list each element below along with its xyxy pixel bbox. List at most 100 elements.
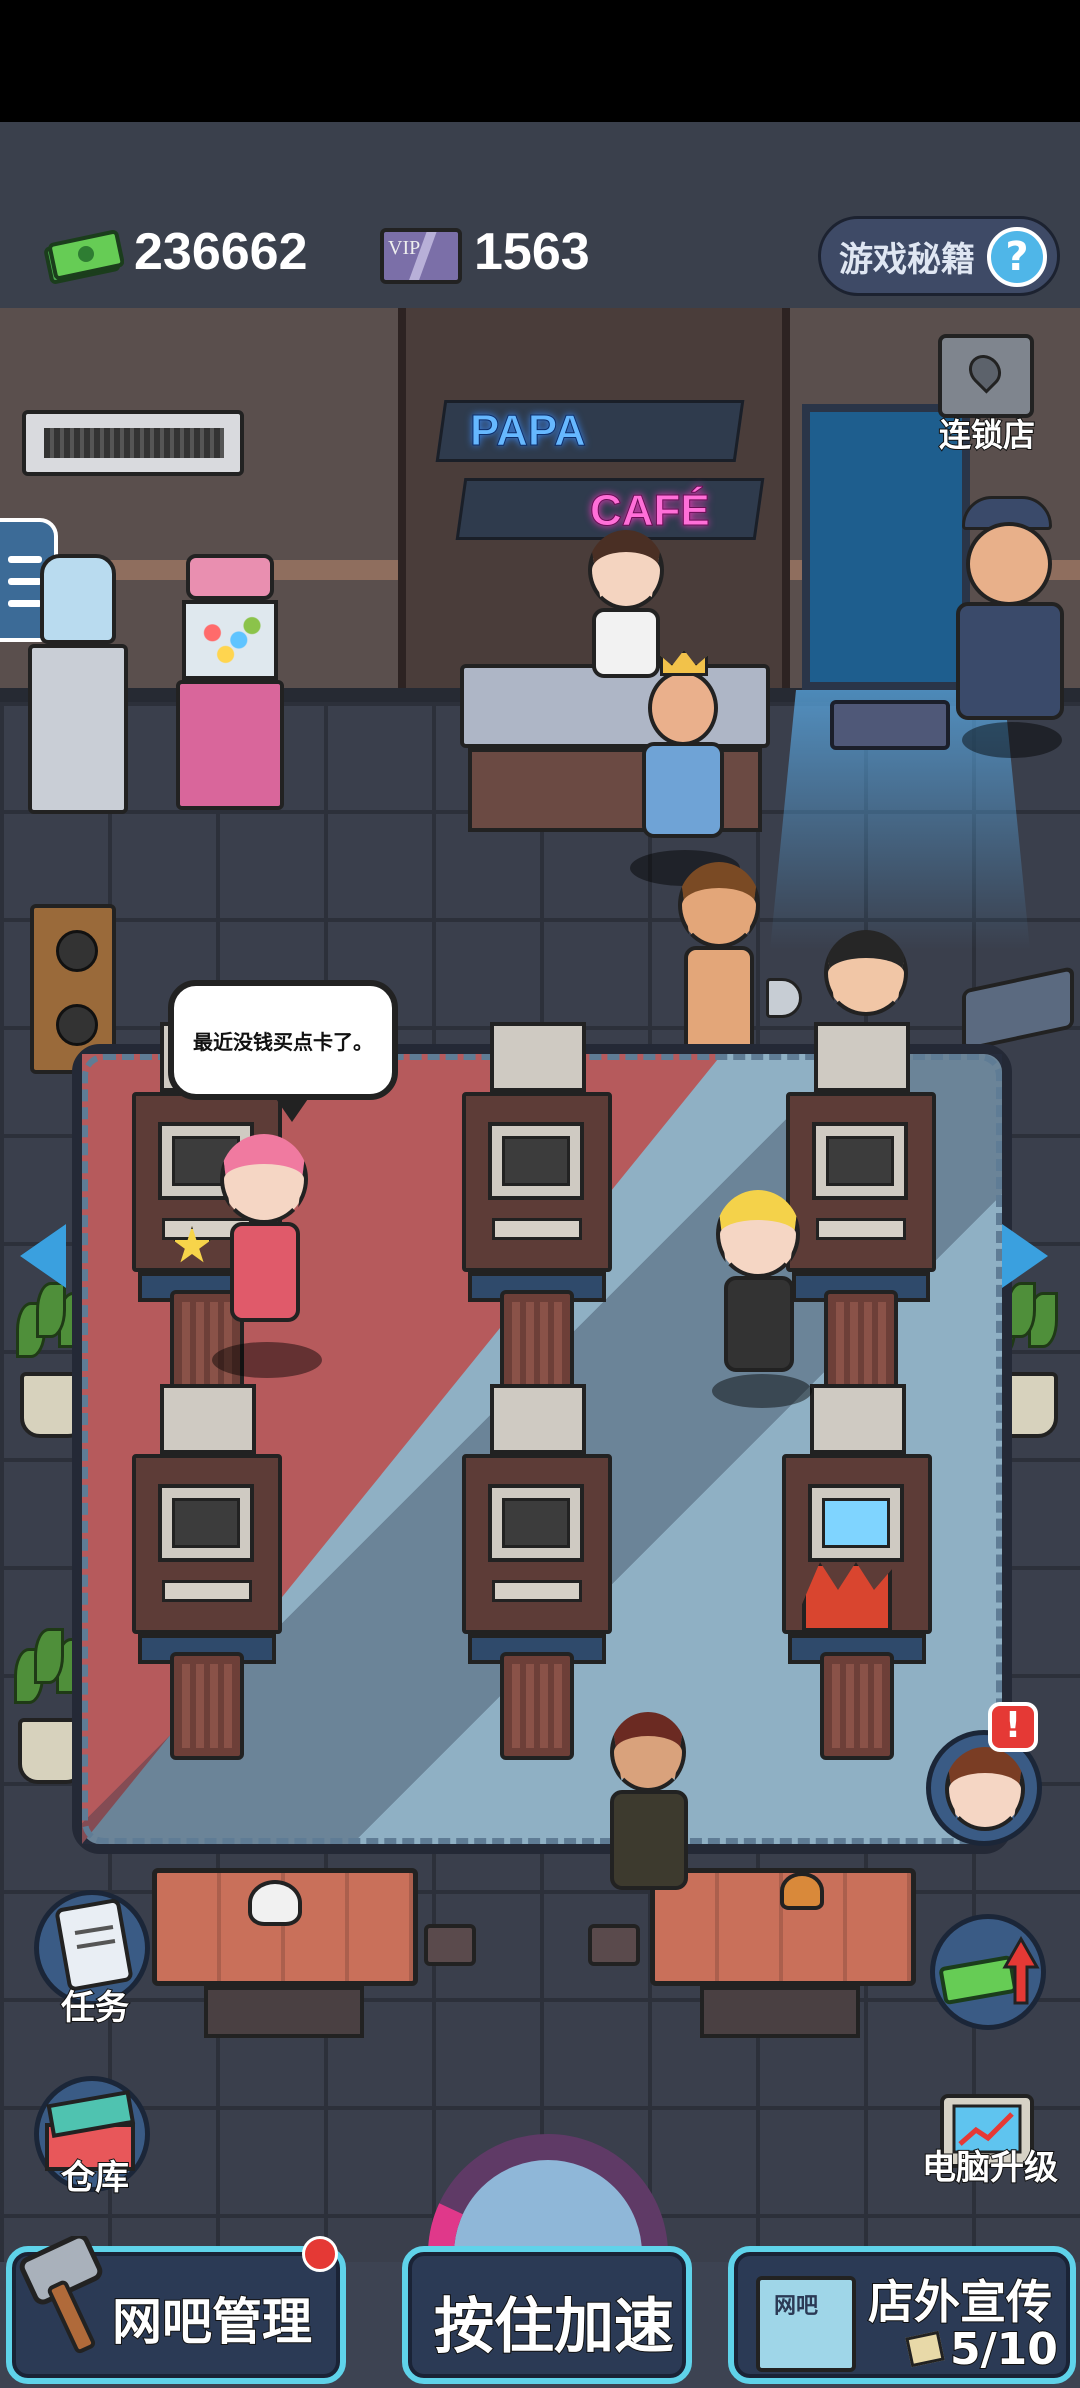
caveman-head bbox=[678, 862, 760, 948]
gumball-glass bbox=[182, 600, 278, 680]
pc-tower bbox=[490, 1384, 586, 1454]
pc-chair bbox=[500, 1652, 574, 1760]
vip-icon-text: VIP bbox=[388, 237, 420, 259]
plant-leaf bbox=[36, 1282, 66, 1338]
status-bar bbox=[0, 0, 1080, 122]
pc-chair bbox=[170, 1652, 244, 1760]
neon-text-papa: PAPA bbox=[470, 406, 587, 456]
warehouse-label: 仓库 bbox=[60, 2157, 130, 2199]
bouncer-body bbox=[956, 602, 1064, 720]
stool bbox=[588, 1924, 640, 1966]
hold-to-speed-up-label: 按住加速 bbox=[433, 2291, 675, 2363]
pc-chair bbox=[500, 1290, 574, 1398]
character-shadow bbox=[962, 722, 1062, 758]
shop-sign-icon: 网吧 bbox=[756, 2276, 856, 2372]
gumball-machine bbox=[176, 554, 284, 810]
maid-head bbox=[716, 1190, 800, 1278]
cooler-body bbox=[28, 644, 128, 814]
character-shadow bbox=[712, 1374, 812, 1408]
pc-screen bbox=[502, 1498, 570, 1548]
axe-icon bbox=[766, 978, 802, 1018]
bouncer-character[interactable] bbox=[952, 496, 1072, 766]
tasks-label: 任务 bbox=[60, 1987, 130, 2029]
pc-monitor bbox=[808, 1484, 904, 1562]
doormat bbox=[830, 700, 950, 750]
vip-card-icon: VIP bbox=[380, 228, 462, 284]
dining-table-base bbox=[700, 1986, 860, 2038]
pc-station-active[interactable] bbox=[782, 1384, 932, 1764]
star-wand-icon bbox=[172, 1226, 212, 1263]
pc-monitor bbox=[158, 1484, 254, 1562]
scroll-left-arrow-icon[interactable] bbox=[20, 1224, 66, 1288]
plant-leaf bbox=[34, 1628, 64, 1684]
cafe-management-label: 网吧管理 bbox=[111, 2292, 313, 2352]
chain-store-button[interactable]: 连锁店 bbox=[928, 330, 1046, 455]
speech-bubble-text: 最近没钱买点卡了。 bbox=[193, 1029, 373, 1054]
burger-icon bbox=[780, 1872, 824, 1910]
pc-chair bbox=[824, 1290, 898, 1398]
magical-girl-body bbox=[230, 1222, 300, 1322]
water-jug bbox=[40, 554, 116, 644]
soldier-body bbox=[610, 1790, 688, 1890]
pc-screen-on bbox=[822, 1498, 890, 1548]
hammer-icon bbox=[19, 2236, 103, 2354]
king-body bbox=[642, 742, 724, 838]
vip-counter: 1563 bbox=[474, 223, 590, 281]
pc-keyboard bbox=[492, 1218, 582, 1240]
air-conditioner bbox=[22, 410, 244, 476]
receptionist-head bbox=[588, 530, 664, 610]
promotion-count: 5/10 bbox=[949, 2323, 1059, 2376]
street-promotion-label: 店外宣传 bbox=[867, 2274, 1053, 2330]
shop-sign-text: 网吧 bbox=[774, 2294, 819, 2319]
pc-upgrade-label: 电脑升级 bbox=[921, 2147, 1059, 2189]
king-head bbox=[648, 670, 718, 746]
gumball-top bbox=[186, 554, 274, 600]
pc-station[interactable] bbox=[462, 1022, 612, 1402]
alert-badge: ! bbox=[988, 1702, 1038, 1752]
cash-up-icon bbox=[939, 1935, 1040, 2005]
pc-tower bbox=[814, 1022, 910, 1092]
pc-screen bbox=[502, 1136, 570, 1186]
scroll-right-arrow-icon[interactable] bbox=[1002, 1224, 1048, 1288]
income-boost-button[interactable] bbox=[930, 1914, 1046, 2030]
neon-sign: PAPA CAFÉ bbox=[435, 400, 765, 550]
maid-body bbox=[724, 1276, 794, 1372]
magical-girl-customer[interactable] bbox=[172, 1130, 342, 1380]
maid-waitress[interactable] bbox=[688, 1186, 828, 1416]
magical-girl-head bbox=[220, 1134, 308, 1224]
soldier-head bbox=[610, 1712, 686, 1792]
character-shadow bbox=[212, 1342, 322, 1378]
speech-bubble: 最近没钱买点卡了。 bbox=[168, 980, 398, 1122]
stool bbox=[424, 1924, 476, 1966]
pc-station[interactable] bbox=[132, 1384, 282, 1764]
pc-screen bbox=[172, 1498, 240, 1548]
pc-monitor bbox=[488, 1122, 584, 1200]
pc-keyboard bbox=[492, 1580, 582, 1602]
crown-icon bbox=[660, 650, 708, 676]
teapot-icon bbox=[248, 1880, 302, 1926]
neon-text-cafe: CAFÉ bbox=[590, 486, 711, 536]
dining-table-base bbox=[204, 1986, 364, 2038]
cheats-label: 游戏秘籍 bbox=[839, 239, 975, 280]
pc-keyboard bbox=[162, 1580, 252, 1602]
hold-to-speed-up-button[interactable]: 按住加速 bbox=[402, 2246, 692, 2384]
flyer-icon bbox=[905, 2330, 945, 2368]
money-counter: 236662 bbox=[134, 223, 308, 281]
street-promotion-button[interactable]: 网吧 店外宣传 5/10 bbox=[728, 2246, 1076, 2384]
pc-chair bbox=[820, 1652, 894, 1760]
pc-keyboard bbox=[816, 1218, 906, 1240]
soldier-customer[interactable] bbox=[600, 1712, 700, 1922]
king-customer[interactable] bbox=[630, 650, 770, 890]
bunny-girl-avatar bbox=[945, 1747, 1025, 1831]
cash-icon bbox=[44, 230, 124, 284]
question-icon: ? bbox=[987, 227, 1047, 287]
pc-station[interactable] bbox=[462, 1384, 612, 1764]
notification-dot bbox=[302, 2236, 338, 2272]
glasses-customer-head bbox=[824, 930, 908, 1016]
pc-monitor bbox=[488, 1484, 584, 1562]
game-cheats-button[interactable]: 游戏秘籍 ? bbox=[818, 216, 1060, 296]
caveman-body bbox=[684, 946, 754, 1056]
bouncer-head bbox=[966, 522, 1052, 606]
cafe-management-button[interactable]: 网吧管理 bbox=[6, 2236, 346, 2384]
water-cooler bbox=[28, 554, 128, 814]
